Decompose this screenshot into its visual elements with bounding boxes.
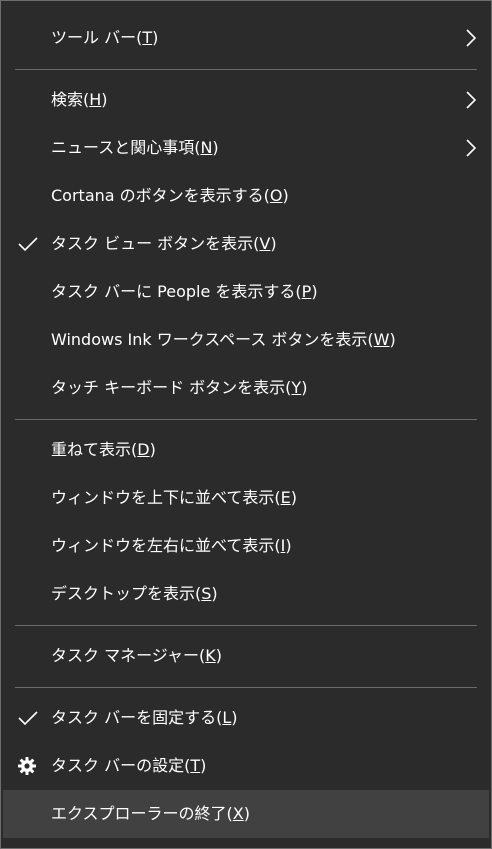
menu-item-label: Windows Ink ワークスペース ボタンを表示(W) bbox=[51, 330, 396, 349]
menu-item-label: タスク バーを固定する(L) bbox=[51, 708, 238, 727]
menu-separator bbox=[15, 625, 477, 626]
menu-item-news-and-interests[interactable]: ニュースと関心事項(N) bbox=[1, 124, 491, 172]
menu-item-label: デスクトップを表示(S) bbox=[51, 584, 218, 603]
gear-icon bbox=[17, 742, 39, 790]
menu-item-search[interactable]: 検索(H) bbox=[1, 76, 491, 124]
menu-separator bbox=[15, 419, 477, 420]
menu-item-taskbar-settings[interactable]: タスク バーの設定(T) bbox=[1, 742, 491, 790]
menu-item-side-by-side-windows[interactable]: ウィンドウを左右に並べて表示(I) bbox=[1, 522, 491, 570]
menu-item-stack-windows[interactable]: ウィンドウを上下に並べて表示(E) bbox=[1, 474, 491, 522]
menu-item-exit-explorer[interactable]: エクスプローラーの終了(X) bbox=[3, 790, 489, 838]
menu-item-show-touch-keyboard-button[interactable]: タッチ キーボード ボタンを表示(Y) bbox=[1, 364, 491, 412]
menu-item-label: 重ねて表示(D) bbox=[51, 440, 156, 459]
menu-item-lock-taskbar[interactable]: タスク バーを固定する(L) bbox=[1, 694, 491, 742]
menu-item-toolbars[interactable]: ツール バー(T) bbox=[1, 14, 491, 62]
menu-separator bbox=[15, 69, 477, 70]
menu-item-label: タスク ビュー ボタンを表示(V) bbox=[51, 234, 277, 253]
menu-item-task-manager[interactable]: タスク マネージャー(K) bbox=[1, 632, 491, 680]
checkmark-icon bbox=[17, 220, 39, 268]
menu-item-label: タスク バーに People を表示する(P) bbox=[51, 282, 318, 301]
menu-item-cascade-windows[interactable]: 重ねて表示(D) bbox=[1, 426, 491, 474]
menu-item-label: ウィンドウを左右に並べて表示(I) bbox=[51, 536, 292, 555]
menu-item-label: ウィンドウを上下に並べて表示(E) bbox=[51, 488, 297, 507]
menu-item-label: Cortana のボタンを表示する(O) bbox=[51, 186, 289, 205]
menu-item-label: ニュースと関心事項(N) bbox=[51, 138, 219, 157]
menu-item-label: タッチ キーボード ボタンを表示(Y) bbox=[51, 378, 308, 397]
menu-item-label: 検索(H) bbox=[51, 90, 108, 109]
menu-item-label: タスク バーの設定(T) bbox=[51, 756, 207, 775]
chevron-right-icon bbox=[464, 124, 478, 172]
menu-item-show-people[interactable]: タスク バーに People を表示する(P) bbox=[1, 268, 491, 316]
taskbar-context-menu: ツール バー(T) 検索(H) ニュースと関心事項(N) Cortana のボタ… bbox=[0, 0, 492, 849]
chevron-right-icon bbox=[464, 76, 478, 124]
checkmark-icon bbox=[17, 694, 39, 742]
menu-item-label: エクスプローラーの終了(X) bbox=[51, 804, 250, 823]
menu-item-show-windows-ink-button[interactable]: Windows Ink ワークスペース ボタンを表示(W) bbox=[1, 316, 491, 364]
menu-item-show-cortana-button[interactable]: Cortana のボタンを表示する(O) bbox=[1, 172, 491, 220]
menu-item-label: ツール バー(T) bbox=[51, 28, 159, 47]
chevron-right-icon bbox=[464, 14, 478, 62]
menu-separator bbox=[15, 687, 477, 688]
menu-item-label: タスク マネージャー(K) bbox=[51, 646, 222, 665]
menu-item-show-desktop[interactable]: デスクトップを表示(S) bbox=[1, 570, 491, 618]
menu-item-show-task-view-button[interactable]: タスク ビュー ボタンを表示(V) bbox=[1, 220, 491, 268]
